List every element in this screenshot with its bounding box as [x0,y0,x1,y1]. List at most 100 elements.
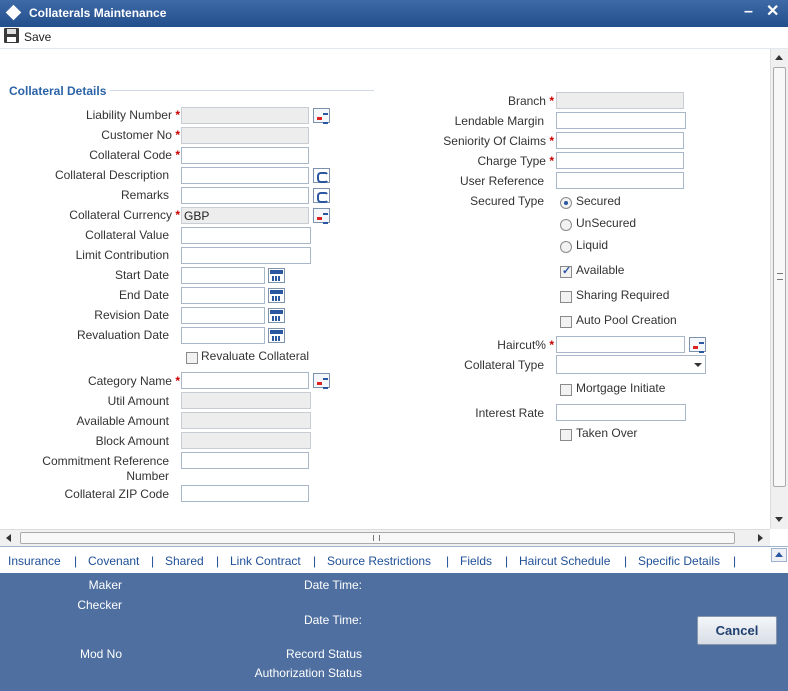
branch-field[interactable] [556,92,684,109]
app-diamond-icon [5,4,22,21]
mortgage-initiate-label: Mortgage Initiate [576,381,666,395]
customer-no-label: Customer No * [101,128,180,142]
seniority-of-claims-field[interactable] [556,132,684,149]
vertical-scrollbar[interactable] [770,49,788,529]
tab-separator: | [151,554,155,568]
scroll-down-icon[interactable] [775,517,783,522]
tab-separator: | [446,554,450,568]
collateral-description-field[interactable] [181,167,309,184]
available-label: Available [576,263,625,277]
tab-separator: | [313,554,317,568]
grip-icon [777,273,783,280]
interest-rate-label: Interest Rate [475,406,544,420]
user-reference-field[interactable] [556,172,684,189]
collateral-currency-field[interactable]: GBP [181,207,309,224]
start-date-calendar-icon[interactable] [268,268,285,283]
charge-type-field[interactable] [556,152,684,169]
available-checkbox[interactable] [560,264,572,278]
close-button[interactable]: ✕ [766,3,779,21]
revaluation-date-field[interactable] [181,327,265,344]
secured-option-label: Secured [576,194,621,208]
taken-over-label: Taken Over [576,426,638,440]
liability-number-lookup-icon[interactable] [313,108,330,124]
description-text-editor-icon[interactable] [313,168,330,183]
save-icon[interactable] [4,28,19,43]
liability-number-field[interactable] [181,107,309,124]
unsecured-radio[interactable] [560,219,572,231]
revaluation-date-calendar-icon[interactable] [268,328,285,343]
secured-type-label: Secured Type [470,194,544,208]
tab-link-contract[interactable]: Link Contract [230,554,301,568]
minimize-button[interactable]: – [744,3,753,21]
collateral-code-label: Collateral Code * [89,148,180,162]
vertical-scroll-thumb[interactable] [773,67,786,487]
remarks-field[interactable] [181,187,309,204]
block-amount-label: Block Amount [95,434,169,448]
tab-fields[interactable]: Fields [460,554,492,568]
scroll-left-icon[interactable] [6,534,11,542]
tab-insurance[interactable]: Insurance [8,554,61,568]
collateral-value-field[interactable] [181,227,311,244]
scroll-up-icon[interactable] [775,55,783,60]
auto-pool-creation-checkbox[interactable] [560,316,572,328]
tab-separator: | [733,554,737,568]
category-name-label: Category Name * [87,374,180,388]
category-name-field[interactable] [181,372,309,389]
currency-lookup-icon[interactable] [313,208,330,224]
end-date-field[interactable] [181,287,265,304]
tab-scroll-up-icon[interactable] [771,548,787,562]
sharing-required-checkbox[interactable] [560,291,572,303]
interest-rate-field[interactable] [556,404,686,421]
collateral-description-label: Collateral Description [54,168,169,182]
collateral-type-label: Collateral Type [464,358,544,372]
tab-source-restrictions[interactable]: Source Restrictions [327,554,431,568]
horizontal-scroll-thumb[interactable] [20,532,735,544]
tab-shared[interactable]: Shared [165,554,204,568]
subsystem-tab-bar: Insurance | Covenant | Shared | Link Con… [0,546,788,573]
lendable-margin-field[interactable] [556,112,686,129]
secured-radio[interactable] [560,197,572,209]
remarks-text-editor-icon[interactable] [313,188,330,203]
revision-date-calendar-icon[interactable] [268,308,285,323]
authorization-status-label: Authorization Status [254,666,362,680]
section-title: Collateral Details [9,84,111,98]
liquid-radio[interactable] [560,241,572,253]
cancel-button[interactable]: Cancel [697,616,777,645]
auto-pool-creation-label: Auto Pool Creation [576,313,677,327]
save-button[interactable]: Save [24,30,51,44]
revaluation-date-label: Revaluation Date [76,328,169,342]
start-date-field[interactable] [181,267,265,284]
mod-no-label: Mod No [79,647,122,661]
collateral-code-field[interactable] [181,147,309,164]
window-title: Collaterals Maintenance [29,6,167,20]
limit-contribution-label: Limit Contribution [75,248,169,262]
tab-covenant[interactable]: Covenant [88,554,139,568]
category-lookup-icon[interactable] [313,373,330,389]
collateral-value-label: Collateral Value [85,228,169,242]
revaluate-collateral-checkbox[interactable] [186,352,198,364]
haircut-lookup-icon[interactable] [689,337,706,353]
haircut-field[interactable] [556,336,685,353]
mortgage-initiate-checkbox[interactable] [560,384,572,396]
util-amount-field[interactable] [181,392,311,409]
end-date-calendar-icon[interactable] [268,288,285,303]
limit-contribution-field[interactable] [181,247,311,264]
block-amount-field[interactable] [181,432,311,449]
taken-over-checkbox[interactable] [560,429,572,441]
available-amount-field[interactable] [181,412,311,429]
revaluate-collateral-label: Revaluate Collateral [201,349,310,363]
tab-specific-details[interactable]: Specific Details [638,554,720,568]
collateral-zip-code-field[interactable] [181,485,309,502]
user-reference-label: User Reference [459,174,544,188]
horizontal-scrollbar[interactable] [0,529,770,546]
revision-date-field[interactable] [181,307,265,324]
liquid-option-label: Liquid [576,238,609,252]
branch-label: Branch * [507,94,554,108]
customer-no-field[interactable] [181,127,309,144]
collateral-type-select[interactable] [556,355,706,374]
commitment-reference-field[interactable] [181,452,309,469]
tab-haircut-schedule[interactable]: Haircut Schedule [519,554,610,568]
checker-label: Checker [77,598,122,612]
chevron-down-icon [694,363,702,367]
scroll-right-icon[interactable] [758,534,763,542]
